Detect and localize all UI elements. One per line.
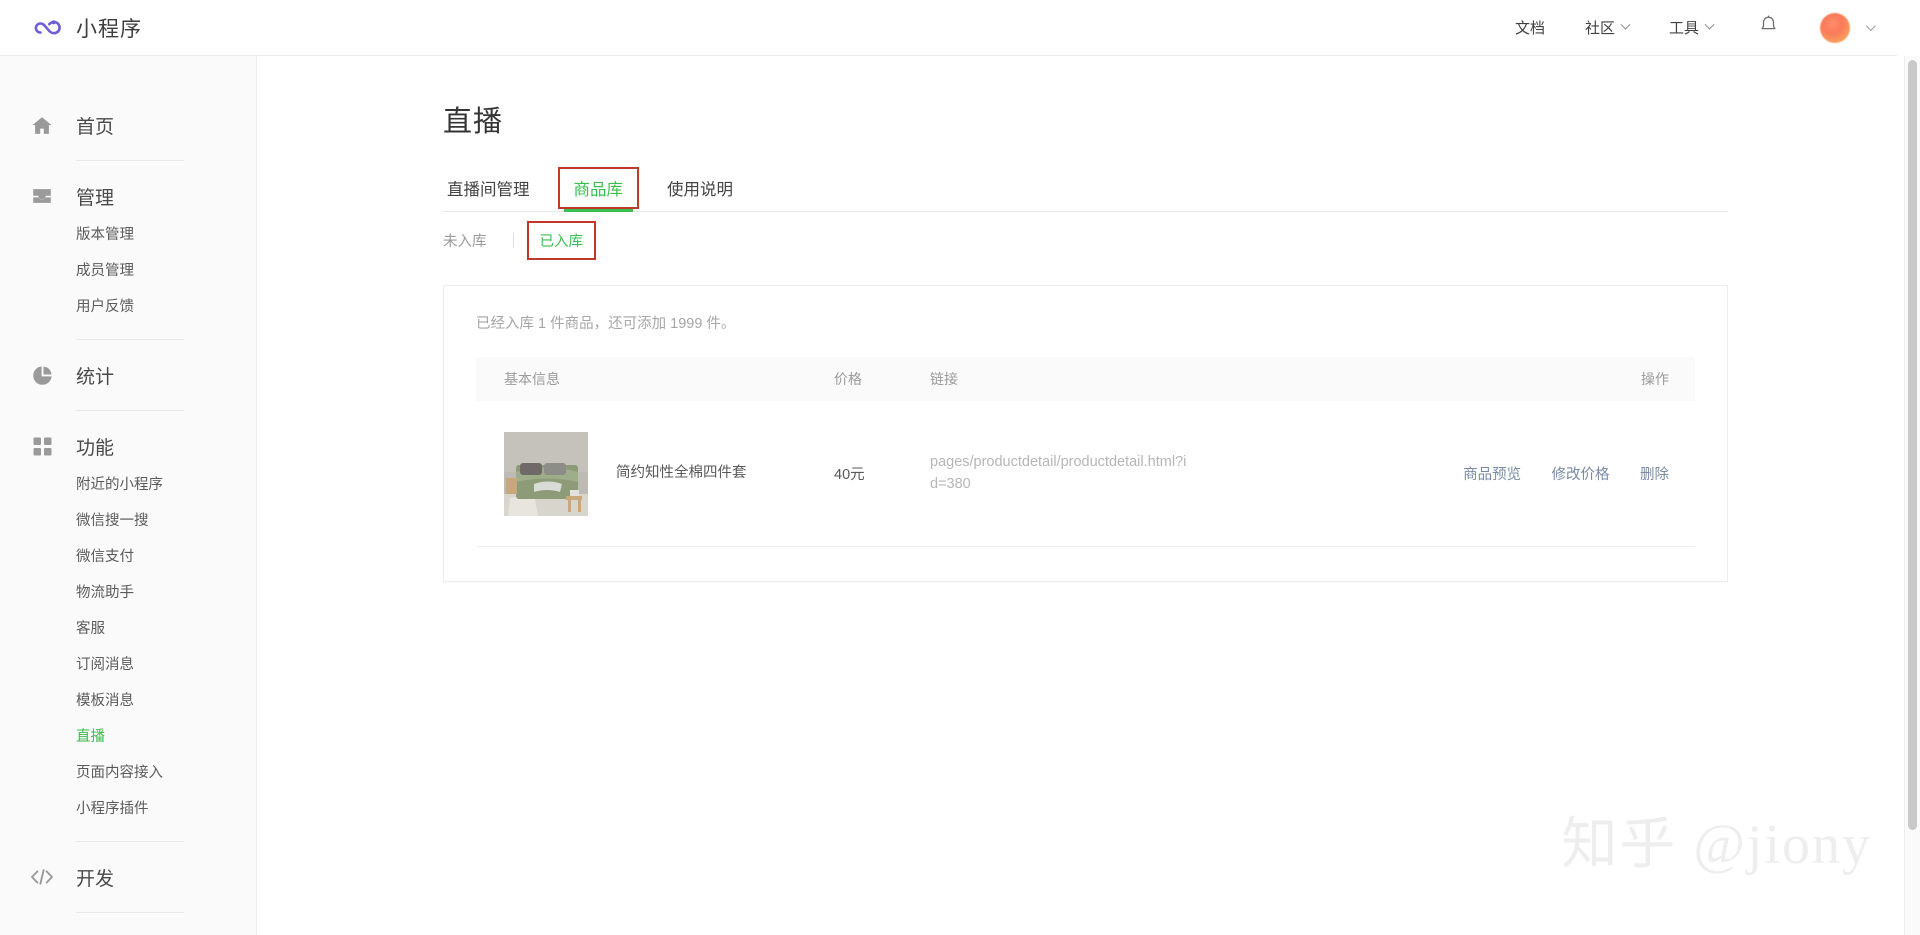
top-header-bar: 小程序 文档 社区 工具 [0, 0, 1897, 56]
subtab-label: 已入库 [540, 234, 584, 250]
cell-operations: 商品预览 修改价格 删除 [1190, 463, 1695, 484]
avatar [1820, 13, 1850, 43]
sidebar-group-develop: 开发 [0, 856, 256, 913]
tab-bar: 直播间管理 商品库 使用说明 [443, 174, 1728, 212]
sidebar-subitem-version[interactable]: 版本管理 [0, 217, 256, 253]
page-scrollbar-thumb[interactable] [1908, 60, 1917, 830]
cell-basic-info: 简约知性全棉四件套 [476, 432, 834, 516]
sidebar-divider [76, 410, 184, 411]
notification-bell-icon [1759, 15, 1778, 40]
product-library-card: 已经入库 1 件商品，还可添加 1999 件。 基本信息 价格 链接 操作 [443, 285, 1728, 582]
sidebar-item-manage[interactable]: 管理 [0, 175, 256, 217]
notification-button[interactable] [1759, 15, 1778, 40]
brand[interactable]: 小程序 [30, 11, 142, 45]
product-price: 40元 [834, 467, 865, 483]
top-navigation: 文档 社区 工具 [1475, 13, 1897, 43]
sidebar-item-home[interactable]: 首页 [0, 104, 256, 146]
sidebar-subitem-logistics[interactable]: 物流助手 [0, 575, 256, 611]
sidebar-divider [76, 841, 184, 842]
sidebar-subitem-search[interactable]: 微信搜一搜 [0, 503, 256, 539]
subtab-separator [513, 233, 514, 248]
product-table: 基本信息 价格 链接 操作 [476, 357, 1695, 547]
tab-label: 直播间管理 [447, 181, 530, 199]
sidebar-subitem-pay[interactable]: 微信支付 [0, 539, 256, 575]
topnav-item-tools[interactable]: 工具 [1669, 17, 1713, 38]
sidebar-divider [76, 339, 184, 340]
sidebar-subitem-members[interactable]: 成员管理 [0, 253, 256, 289]
product-preview-button[interactable]: 商品预览 [1463, 467, 1521, 483]
sidebar-subitem-feedback[interactable]: 用户反馈 [0, 289, 256, 325]
table-header-row: 基本信息 价格 链接 操作 [476, 357, 1695, 401]
topnav-item-docs[interactable]: 文档 [1515, 17, 1545, 38]
product-name: 简约知性全棉四件套 [616, 463, 747, 485]
subtab-stocked[interactable]: 已入库 [540, 230, 584, 251]
chevron-down-icon [1621, 20, 1631, 30]
product-thumbnail-bedding[interactable] [504, 432, 588, 516]
sidebar-item-features[interactable]: 功能 [0, 425, 256, 467]
sidebar-subitem-service[interactable]: 客服 [0, 611, 256, 647]
tab-product-library[interactable]: 商品库 [570, 176, 628, 211]
sidebar-group-features: 功能 附近的小程序 微信搜一搜 微信支付 物流助手 客服 订阅消息 模板消息 直… [0, 425, 256, 842]
column-header-link: 链接 [930, 369, 1190, 389]
tab-label: 使用说明 [667, 181, 733, 199]
topnav-item-community[interactable]: 社区 [1585, 17, 1629, 38]
edit-price-button[interactable]: 修改价格 [1552, 467, 1610, 483]
subtab-not-stocked[interactable]: 未入库 [443, 230, 487, 251]
sidebar-subitem-nearby[interactable]: 附近的小程序 [0, 467, 256, 503]
sidebar-subitem-live[interactable]: 直播 [0, 719, 256, 755]
chevron-down-icon [1866, 21, 1876, 31]
watermark: 知乎 @jiony [1561, 799, 1872, 880]
sidebar-item-label: 首页 [76, 112, 114, 139]
sidebar-divider [76, 912, 184, 913]
sidebar-item-label: 统计 [76, 362, 114, 389]
user-menu[interactable] [1820, 13, 1873, 43]
topnav-label: 工具 [1669, 17, 1699, 38]
tab-instructions[interactable]: 使用说明 [663, 176, 737, 211]
delete-button[interactable]: 删除 [1640, 467, 1669, 483]
sidebar-subitem-page-content[interactable]: 页面内容接入 [0, 755, 256, 791]
sidebar-subitem-subscribe-msg[interactable]: 订阅消息 [0, 647, 256, 683]
column-header-basic-info: 基本信息 [476, 369, 834, 389]
inbox-icon [30, 184, 54, 208]
tab-live-room-management[interactable]: 直播间管理 [443, 176, 534, 211]
chevron-down-icon [1705, 20, 1715, 30]
sidebar-item-stats[interactable]: 统计 [0, 354, 256, 396]
sidebar-divider [76, 160, 184, 161]
grid-icon [30, 434, 54, 458]
sidebar-group-manage: 管理 版本管理 成员管理 用户反馈 [0, 175, 256, 340]
pie-chart-icon [30, 363, 54, 387]
product-link: pages/productdetail/productdetail.html?i… [930, 454, 1186, 491]
topnav-label: 文档 [1515, 17, 1545, 38]
app-root: 小程序 文档 社区 工具 [0, 0, 1920, 935]
sidebar-group-home: 首页 [0, 104, 256, 161]
column-header-price: 价格 [834, 369, 930, 389]
brand-name: 小程序 [76, 13, 142, 43]
sidebar-item-develop[interactable]: 开发 [0, 856, 256, 898]
sidebar: 首页 管理 版本管理 成员管理 用户反馈 [0, 56, 257, 935]
subtab-label: 未入库 [443, 234, 487, 250]
sidebar-subitem-template-msg[interactable]: 模板消息 [0, 683, 256, 719]
topnav-label: 社区 [1585, 17, 1615, 38]
cell-price: 40元 [834, 463, 930, 484]
mini-program-logo-icon [30, 11, 64, 45]
table-row: 简约知性全棉四件套 40元 pages/productdetail/produc… [476, 401, 1695, 547]
cell-link: pages/productdetail/productdetail.html?i… [930, 452, 1190, 494]
home-icon [30, 113, 54, 137]
sidebar-item-label: 管理 [76, 183, 114, 210]
column-header-operations: 操作 [1190, 369, 1695, 389]
sidebar-group-stats: 统计 [0, 354, 256, 411]
page-scrollbar[interactable] [1904, 56, 1920, 935]
sidebar-subitem-plugins[interactable]: 小程序插件 [0, 791, 256, 827]
page-title: 直播 [443, 98, 1898, 140]
sidebar-item-label: 功能 [76, 433, 114, 460]
tab-label: 商品库 [574, 181, 624, 199]
stock-count-note: 已经入库 1 件商品，还可添加 1999 件。 [476, 312, 1695, 333]
code-icon [30, 865, 54, 889]
sidebar-item-label: 开发 [76, 864, 114, 891]
subtab-bar: 未入库 已入库 [443, 230, 1898, 251]
